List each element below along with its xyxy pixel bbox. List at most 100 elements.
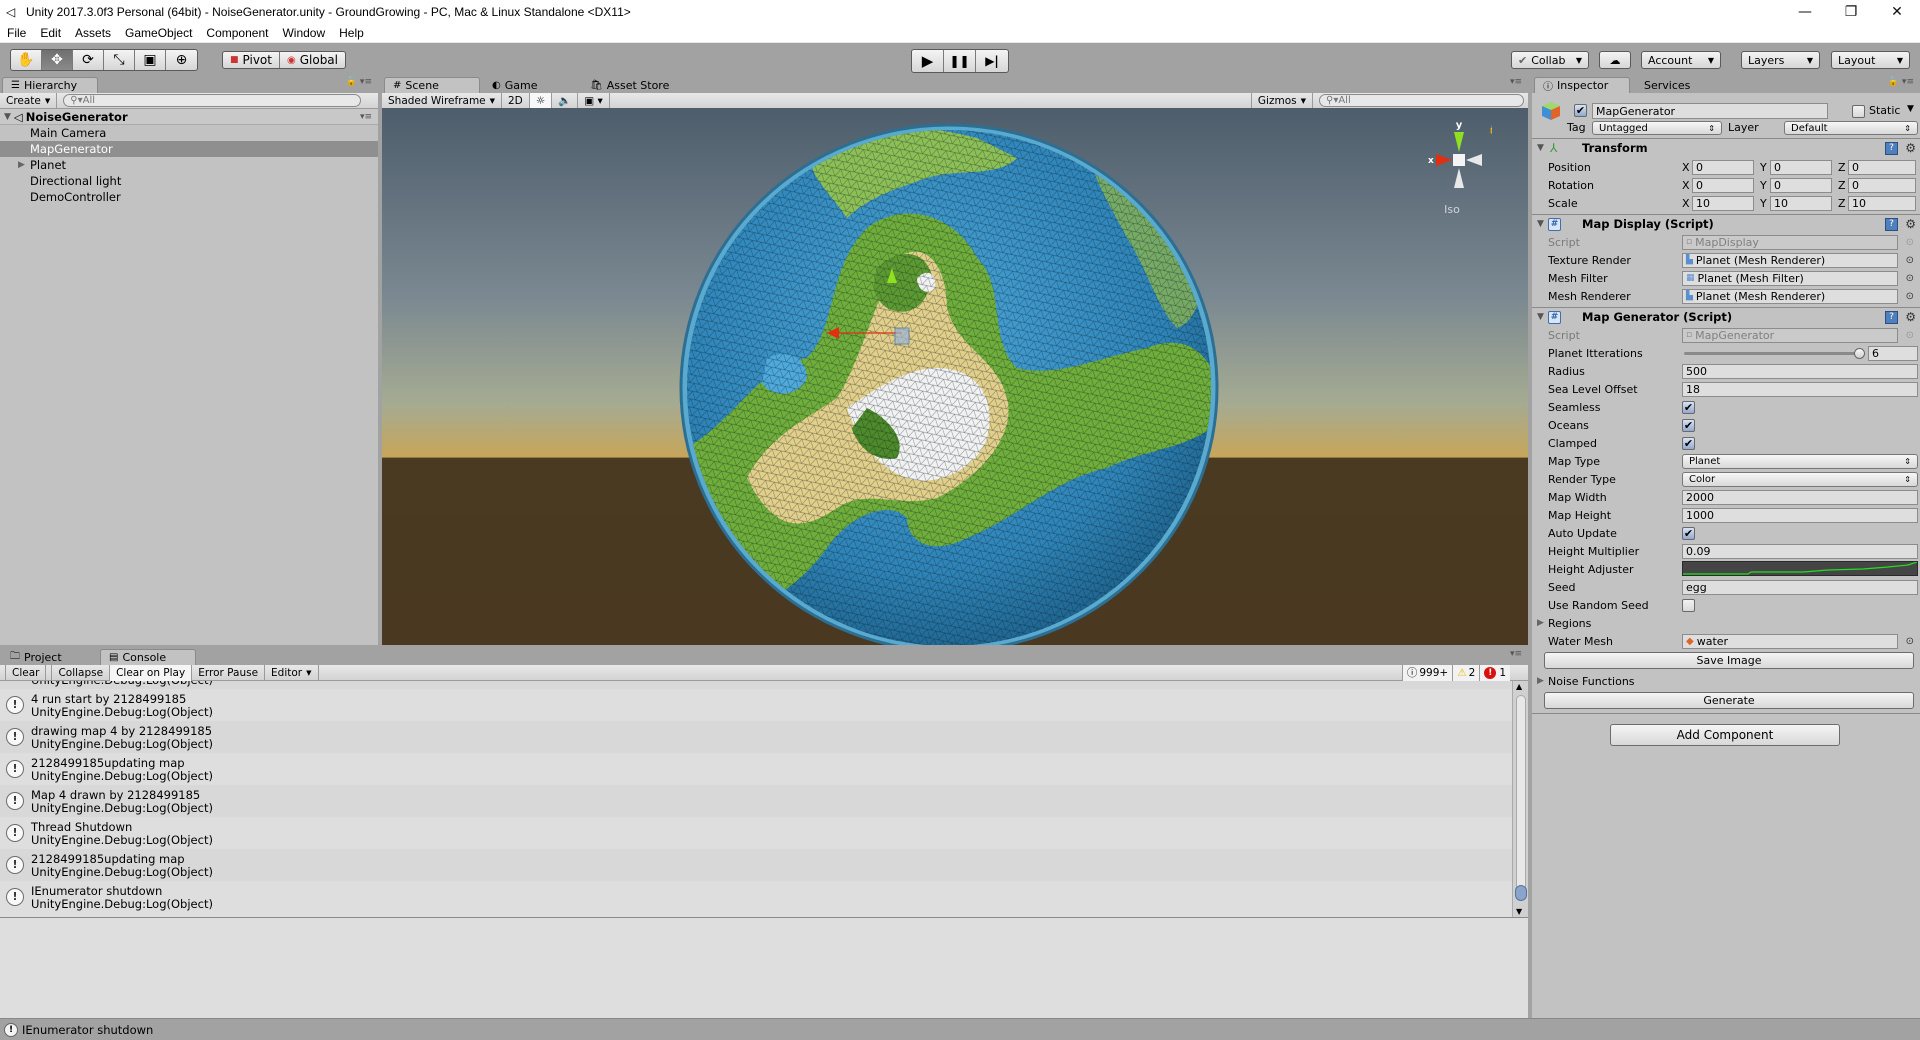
- tab-inspector[interactable]: ⓘ Inspector: [1534, 77, 1630, 93]
- scrollbar-thumb[interactable]: [1515, 885, 1527, 901]
- scroll-down-icon[interactable]: ▼: [1516, 907, 1522, 916]
- static-checkbox[interactable]: [1852, 105, 1865, 118]
- global-button[interactable]: ◉ Global: [280, 52, 345, 68]
- help-book-icon[interactable]: ?: [1885, 141, 1898, 155]
- expand-triangle-icon[interactable]: ▼: [4, 112, 11, 122]
- tab-console[interactable]: ▤ Console: [100, 649, 196, 665]
- create-dropdown[interactable]: Create ▼: [0, 92, 58, 109]
- maximize-button[interactable]: ❐: [1828, 0, 1874, 24]
- tag-dropdown[interactable]: Untagged ⇕: [1592, 121, 1722, 135]
- position-z-input[interactable]: 0: [1848, 159, 1916, 175]
- console-entry[interactable]: ! 2128499185updating map UnityEngine.Debug…: [0, 753, 1512, 785]
- gizmo-x-cone[interactable]: [1436, 154, 1452, 166]
- projection-label[interactable]: Iso: [1444, 203, 1460, 216]
- tab-hierarchy[interactable]: ☰ Hierarchy: [2, 77, 98, 93]
- tab-project[interactable]: 🗀 Project: [2, 649, 70, 665]
- console-entry[interactable]: ! Thread Shutdown UnityEngine.Debug:Log(Ob…: [0, 817, 1512, 849]
- panel-menu-icon[interactable]: 🔒 ▾≡: [346, 77, 372, 87]
- height-multiplier-input[interactable]: 0.09: [1682, 543, 1918, 559]
- gizmo-neg-y-cone[interactable]: [1454, 168, 1464, 188]
- scene-search-input[interactable]: ⚲▾ All: [1319, 94, 1524, 107]
- tab-game[interactable]: ◐ Game: [484, 77, 545, 93]
- rect-tool-icon[interactable]: ▣: [135, 50, 166, 70]
- mesh-renderer-field[interactable]: ▙ Planet (Mesh Renderer): [1682, 288, 1898, 304]
- static-dropdown-icon[interactable]: ▼: [1907, 104, 1914, 114]
- gizmo-lock-icon[interactable]: 🔒: [1488, 123, 1492, 135]
- position-x-input[interactable]: 0: [1692, 159, 1754, 175]
- console-entry[interactable]: ! IEnumerator shutdown UnityEngine.Debug:L…: [0, 881, 1512, 913]
- editor-dropdown[interactable]: Editor ▼: [265, 664, 319, 681]
- collapse-triangle-icon[interactable]: ▼: [1537, 219, 1544, 229]
- map-width-input[interactable]: 2000: [1682, 489, 1918, 505]
- seed-input[interactable]: egg: [1682, 579, 1918, 595]
- layer-dropdown[interactable]: Default ⇕: [1784, 121, 1918, 135]
- collab-dropdown[interactable]: ✔ Collab ▼: [1511, 51, 1589, 69]
- radius-input[interactable]: 500: [1682, 363, 1918, 379]
- clear-on-play-toggle[interactable]: Clear on Play: [110, 664, 193, 681]
- layers-dropdown[interactable]: Layers ▼: [1741, 51, 1820, 69]
- gear-icon[interactable]: ⚙: [1905, 217, 1916, 231]
- object-picker-icon[interactable]: ⊙: [1906, 291, 1914, 302]
- console-entry[interactable]: ! 4 run start by 2128499185 UnityEngine.De…: [0, 689, 1512, 721]
- tab-services[interactable]: Services: [1636, 77, 1698, 93]
- use-random-seed-checkbox[interactable]: [1682, 598, 1695, 612]
- menu-help[interactable]: Help: [332, 26, 371, 40]
- texture-render-field[interactable]: ▙ Planet (Mesh Renderer): [1682, 252, 1898, 268]
- layout-dropdown[interactable]: Layout ▼: [1831, 51, 1910, 69]
- pivot-button[interactable]: ■ Pivot: [223, 52, 280, 68]
- panel-menu-icon[interactable]: ▾≡: [1510, 77, 1522, 87]
- help-book-icon[interactable]: ?: [1885, 310, 1898, 324]
- water-mesh-field[interactable]: ◆ water: [1682, 633, 1898, 649]
- menu-edit[interactable]: Edit: [33, 26, 68, 40]
- lighting-toggle-icon[interactable]: ☼: [529, 92, 553, 109]
- panel-menu-icon[interactable]: ▾≡: [1510, 649, 1522, 659]
- height-adjuster-curve-field[interactable]: [1682, 561, 1918, 576]
- gizmo-center-cube[interactable]: [1453, 154, 1465, 166]
- noise-functions-foldout[interactable]: ▶ Noise Functions: [1532, 672, 1920, 690]
- hierarchy-item[interactable]: ▶ Planet: [0, 157, 378, 173]
- gizmos-dropdown[interactable]: Gizmos ▼: [1250, 92, 1313, 109]
- oceans-checkbox[interactable]: ✔: [1682, 418, 1695, 432]
- rotate-tool-icon[interactable]: ⟳: [73, 50, 104, 70]
- pause-button[interactable]: ❚❚: [944, 50, 976, 72]
- position-y-input[interactable]: 0: [1770, 159, 1832, 175]
- draw-mode-dropdown[interactable]: Shaded Wireframe ▼: [382, 92, 502, 109]
- step-button[interactable]: ▶|: [976, 50, 1008, 72]
- save-image-button[interactable]: Save Image: [1544, 652, 1914, 669]
- collapse-triangle-icon[interactable]: ▼: [1537, 143, 1544, 153]
- console-entry[interactable]: ! drawing map 4 by 2128499185 UnityEngine.…: [0, 721, 1512, 753]
- scale-z-input[interactable]: 10: [1848, 195, 1916, 211]
- seamless-checkbox[interactable]: ✔: [1682, 400, 1695, 414]
- map-generator-header[interactable]: ▼ # Map Generator (Script) ? ⚙: [1532, 307, 1920, 326]
- console-entry[interactable]: UnityEngine.Debug:Log(Object): [0, 681, 1512, 689]
- scale-tool-icon[interactable]: ⤡: [104, 50, 135, 70]
- sea-level-input[interactable]: 18: [1682, 381, 1918, 397]
- menu-component[interactable]: Component: [199, 26, 275, 40]
- active-checkbox[interactable]: ✔: [1574, 104, 1587, 117]
- hierarchy-item[interactable]: Main Camera: [0, 125, 378, 141]
- log-count-toggle[interactable]: ⓘ 999+: [1401, 664, 1453, 681]
- object-picker-icon[interactable]: ⊙: [1906, 636, 1914, 647]
- rotation-y-input[interactable]: 0: [1770, 177, 1832, 193]
- gizmo-y-cone[interactable]: [1454, 132, 1464, 152]
- error-count-toggle[interactable]: ! 1: [1479, 664, 1510, 681]
- warning-count-toggle[interactable]: ⚠ 2: [1452, 664, 1480, 681]
- status-bar[interactable]: ! IEnumerator shutdown: [0, 1018, 1920, 1040]
- move-tool-icon[interactable]: ✥: [42, 50, 73, 70]
- map-display-header[interactable]: ▼ # Map Display (Script) ? ⚙: [1532, 214, 1920, 233]
- effects-dropdown-icon[interactable]: ▣ ▾: [578, 92, 610, 109]
- clear-button[interactable]: Clear: [5, 664, 47, 681]
- menu-assets[interactable]: Assets: [68, 26, 118, 40]
- menu-gameobject[interactable]: GameObject: [118, 26, 199, 40]
- console-entry[interactable]: ! 2128499185updating map UnityEngine.Debug…: [0, 849, 1512, 881]
- rotation-z-input[interactable]: 0: [1848, 177, 1916, 193]
- scene-orientation-gizmo[interactable]: y x 🔒 Iso: [1422, 118, 1492, 218]
- hand-tool-icon[interactable]: ✋: [11, 50, 42, 70]
- iterations-input[interactable]: 6: [1868, 345, 1918, 361]
- map-type-dropdown[interactable]: Planet ⇕: [1682, 453, 1918, 469]
- minimize-button[interactable]: —: [1782, 0, 1828, 24]
- menu-window[interactable]: Window: [275, 26, 332, 40]
- transform-header[interactable]: ▼ ⅄ Transform ? ⚙: [1532, 138, 1920, 157]
- rotation-x-input[interactable]: 0: [1692, 177, 1754, 193]
- scale-y-input[interactable]: 10: [1770, 195, 1832, 211]
